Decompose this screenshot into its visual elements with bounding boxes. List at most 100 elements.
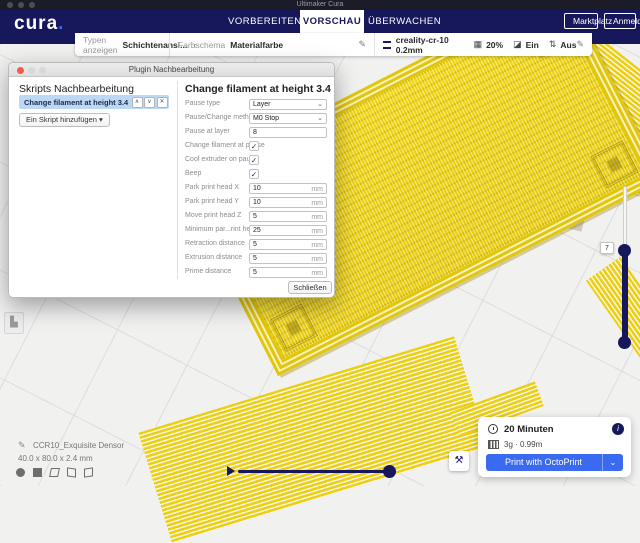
remove-script-button[interactable]: ✕: [157, 97, 168, 108]
infill-value: 20%: [486, 40, 503, 50]
print-with-octoprint-button[interactable]: Print with OctoPrint ⌄: [486, 454, 623, 471]
view-right-icon[interactable]: [84, 467, 93, 477]
tab-monitor[interactable]: ÜBERWACHEN: [368, 10, 440, 33]
layer-slider-range[interactable]: [622, 250, 628, 342]
prime-distance-input[interactable]: 5mm: [249, 267, 327, 278]
dialog-divider: [177, 81, 178, 279]
edit-settings-pencil-icon[interactable]: ✎: [576, 39, 584, 50]
pause-at-layer-input[interactable]: 8: [249, 127, 327, 138]
add-script-button[interactable]: Ein Skript hinzufügen ▾: [19, 113, 110, 127]
unit-label: mm: [311, 213, 323, 222]
info-icon[interactable]: i: [612, 423, 624, 435]
view-front-icon[interactable]: [33, 468, 42, 477]
field-row: Cool extruder on pause ✓: [185, 155, 331, 166]
field-row: Change filament at pause ✓: [185, 141, 331, 152]
field-row: Prime distance 5mm: [185, 267, 331, 278]
field-label: Pause type: [185, 100, 220, 107]
move-script-up-button[interactable]: ∧: [132, 97, 143, 108]
field-label: Prime distance: [185, 268, 231, 275]
park-head-x-input[interactable]: 10mm: [249, 183, 327, 194]
left-toolbar-partial-icon[interactable]: ▙: [4, 312, 24, 334]
layer-slider-top-handle[interactable]: [618, 244, 631, 257]
simulation-slider-track[interactable]: [238, 470, 388, 473]
add-script-caret-icon: ▾: [99, 115, 103, 124]
beep-checkbox[interactable]: ✓: [249, 169, 259, 179]
print-info-card: 20 Minuten i 3g · 0.99m Print with OctoP…: [478, 417, 631, 477]
script-settings-heading: Change filament at height 3.4: [185, 83, 331, 95]
add-script-label: Ein Skript hinzufügen: [26, 115, 97, 124]
unit-label: mm: [311, 227, 323, 236]
layer-slider-bottom-handle[interactable]: [618, 336, 631, 349]
nozzle-icon: [383, 41, 391, 49]
logo-dot: .: [58, 13, 64, 34]
rename-model-pencil-icon[interactable]: ✎: [18, 440, 26, 451]
maximize-window-icon[interactable]: [29, 2, 35, 8]
change-filament-checkbox[interactable]: ✓: [249, 141, 259, 151]
close-window-icon[interactable]: [7, 2, 13, 8]
dialog-titlebar[interactable]: Plugin Nachbearbeitung: [9, 63, 334, 77]
color-scheme-selector[interactable]: Farbschema Materialfarbe ✎: [169, 33, 374, 56]
os-titlebar: Ultimaker Cura: [0, 0, 640, 10]
field-row: Retraction distance 5mm: [185, 239, 331, 250]
move-script-down-button[interactable]: ∨: [144, 97, 155, 108]
chevron-down-icon: ⌄: [317, 114, 323, 123]
view-type-label: Typen anzeigen: [83, 35, 118, 55]
field-row: Park print head X 10mm: [185, 183, 331, 194]
minimum-park-head-z-input[interactable]: 25mm: [249, 225, 327, 236]
pause-type-select[interactable]: Layer⌄: [249, 99, 327, 110]
tab-prepare[interactable]: VORBEREITEN: [228, 10, 296, 33]
unit-label: mm: [311, 255, 323, 264]
print-button-chevron-icon[interactable]: ⌄: [602, 454, 623, 471]
simulation-slider-handle[interactable]: [383, 465, 396, 478]
retraction-distance-input[interactable]: 5mm: [249, 239, 327, 250]
close-dialog-button[interactable]: Schließen: [288, 281, 332, 294]
qr-finder-bottom-right: [590, 140, 638, 188]
field-label: Beep: [185, 170, 201, 177]
clock-icon: [488, 424, 498, 434]
signin-button[interactable]: Anmelden: [604, 13, 636, 29]
field-row: Minimum par...rint head Z 25mm: [185, 225, 331, 236]
move-head-z-input[interactable]: 5mm: [249, 211, 327, 222]
view-left-icon[interactable]: [67, 467, 76, 477]
unit-label: mm: [311, 185, 323, 194]
view-type-selector[interactable]: Typen anzeigen Schichtenansi... ‹: [75, 33, 169, 56]
extrusion-distance-input[interactable]: 5mm: [249, 253, 327, 264]
view-3d-icon[interactable]: [16, 468, 25, 477]
field-label: Pause/Change method: [185, 114, 257, 121]
adjust-tools-button[interactable]: ⚒: [449, 451, 469, 471]
model-dimensions: 40.0 x 80.0 x 2.4 mm: [18, 454, 93, 463]
skirt-band-bottom-right: [586, 257, 640, 378]
script-list-item[interactable]: Change filament at height 3.4 ∧ ∨ ✕: [19, 95, 169, 109]
print-settings-summary[interactable]: creality-cr-10 0.2mm ▦ 20% ◪ Ein ⇅ Aus ✎: [374, 33, 592, 56]
unit-label: mm: [311, 199, 323, 208]
support-icon: ◪: [513, 39, 522, 50]
color-scheme-label: Farbschema: [178, 40, 225, 50]
support-value: Ein: [526, 40, 539, 50]
minimize-window-icon[interactable]: [18, 2, 24, 8]
field-label: Pause at layer: [185, 128, 230, 135]
pause-method-select[interactable]: M0 Stop⌄: [249, 113, 327, 124]
scripts-heading: Skripts Nachbearbeitung: [19, 83, 134, 95]
dialog-close-icon[interactable]: [17, 67, 24, 74]
material-usage: 3g · 0.99m: [504, 440, 542, 449]
field-label: Retraction distance: [185, 240, 245, 247]
adhesion-value: Aus: [560, 40, 576, 50]
model-name: CCR10_Exquisite Densor: [33, 441, 124, 450]
print-button-label: Print with OctoPrint: [486, 454, 601, 471]
field-row: Pause at layer 8: [185, 127, 331, 138]
marketplace-button[interactable]: Marktplatz: [564, 13, 598, 29]
cool-extruder-checkbox[interactable]: ✓: [249, 155, 259, 165]
layer-value-badge: 7: [600, 242, 614, 254]
view-top-icon[interactable]: [49, 468, 60, 477]
stage-menu-bar: Typen anzeigen Schichtenansi... ‹ Farbsc…: [75, 33, 592, 56]
simulation-play-icon[interactable]: [227, 466, 235, 476]
park-head-y-input[interactable]: 10mm: [249, 197, 327, 208]
post-processing-dialog: Plugin Nachbearbeitung Skripts Nachbearb…: [8, 62, 335, 298]
unit-label: mm: [311, 241, 323, 250]
tab-preview[interactable]: VORSCHAU: [300, 10, 364, 33]
edit-pencil-icon[interactable]: ✎: [358, 39, 366, 50]
field-row: Extrusion distance 5mm: [185, 253, 331, 264]
window-title: Ultimaker Cura: [0, 0, 640, 10]
layer-slider-upper-track[interactable]: [623, 186, 627, 248]
material-spool-icon: [488, 440, 499, 449]
